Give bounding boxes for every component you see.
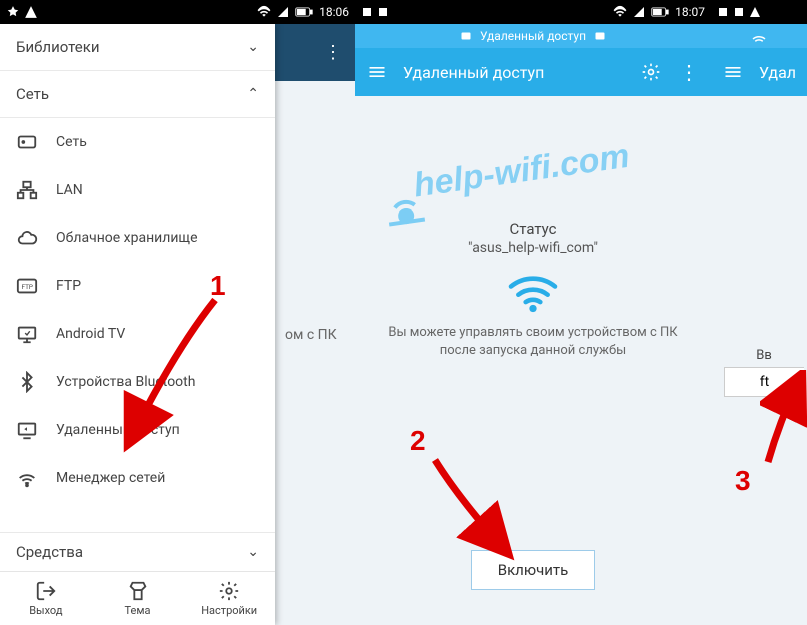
chevron-down-icon: ⌄ <box>247 544 259 560</box>
overflow-icon[interactable]: ⋮ <box>677 60 701 84</box>
annotation-marker-1: 1 <box>210 270 226 302</box>
menu-item-lan[interactable]: LAN <box>0 166 275 214</box>
annotation-marker-2: 2 <box>410 425 426 457</box>
cloud-icon <box>16 227 38 249</box>
status-value: "asus_help-wifi_com" <box>371 240 695 256</box>
status-bar: 18:06 <box>0 0 355 24</box>
svg-text:help-wifi.com: help-wifi.com <box>411 137 631 205</box>
bluetooth-icon <box>16 371 38 393</box>
remote-access-content: Вв <box>711 96 807 397</box>
tv-icon <box>16 323 38 345</box>
status-bar <box>711 0 807 24</box>
bottom-theme[interactable]: Тема <box>92 572 184 625</box>
phone-screenshot-3: Удал Вв <box>711 0 807 625</box>
menu-item-network[interactable]: Сеть <box>0 118 275 166</box>
menu-item-remote-access[interactable]: Удаленный доступ <box>0 406 275 454</box>
page-title: Удал <box>759 63 797 82</box>
menu-item-network-manager[interactable]: Менеджер сетей <box>0 454 275 502</box>
clock: 18:07 <box>675 5 705 19</box>
settings-icon[interactable] <box>639 60 663 84</box>
remote-access-content: help-wifi.com Статус "asus_help-wifi_com… <box>355 96 711 606</box>
lan-icon <box>16 179 38 201</box>
hamburger-icon[interactable] <box>721 60 745 84</box>
app-bar: Удаленный доступ ⋮ <box>355 48 711 96</box>
gear-icon <box>218 580 240 602</box>
notification-row <box>711 24 807 48</box>
navigation-drawer: Библиотеки ⌄ Сеть ⌃ Сеть LAN Облачное хр… <box>0 24 275 625</box>
bottom-settings[interactable]: Настройки <box>183 572 275 625</box>
bottom-exit[interactable]: Выход <box>0 572 92 625</box>
menu-item-androidtv[interactable]: Android TV <box>0 310 275 358</box>
exit-icon <box>35 580 57 602</box>
background-content: ом с ПК <box>275 81 355 625</box>
enable-button[interactable]: Включить <box>471 550 596 590</box>
wifi-manager-icon <box>16 467 38 489</box>
menu-item-cloud[interactable]: Облачное хранилище <box>0 214 275 262</box>
phone-screenshot-1: 18:06 ⋮ ом с ПК Библиотеки ⌄ Сеть ⌃ Сеть… <box>0 0 355 625</box>
ftp-icon: FTP <box>16 275 38 297</box>
section-network[interactable]: Сеть ⌃ <box>0 71 275 117</box>
network-icon <box>16 131 38 153</box>
menu-item-ftp[interactable]: FTP FTP <box>0 262 275 310</box>
address-input[interactable] <box>724 367 804 397</box>
bottom-bar: Выход Тема Настройки <box>0 571 275 625</box>
chevron-up-icon: ⌃ <box>247 86 259 102</box>
notification-row: Удаленный доступ <box>355 24 711 48</box>
annotation-marker-3: 3 <box>735 465 751 497</box>
section-libraries[interactable]: Библиотеки ⌄ <box>0 24 275 70</box>
description-text: Вы можете управлять своим устройством с … <box>371 324 695 360</box>
page-title: Удаленный доступ <box>403 63 625 82</box>
phone-screenshot-2: 18:07 Удаленный доступ Удаленный доступ … <box>355 0 711 625</box>
app-header-behind: ⋮ <box>275 24 355 81</box>
clock: 18:06 <box>319 5 349 19</box>
wifi-icon <box>505 270 561 314</box>
input-hint: Вв <box>721 348 807 363</box>
theme-icon <box>127 580 149 602</box>
status-label: Статус <box>371 220 695 238</box>
status-bar: 18:07 <box>355 0 711 24</box>
svg-text:FTP: FTP <box>22 283 33 291</box>
app-bar: Удал <box>711 48 807 96</box>
watermark: help-wifi.com <box>373 110 693 230</box>
menu-item-bluetooth[interactable]: Устройства Bluetooth <box>0 358 275 406</box>
overflow-icon[interactable]: ⋮ <box>324 42 343 63</box>
remote-icon <box>16 419 38 441</box>
hamburger-icon[interactable] <box>365 60 389 84</box>
chevron-down-icon: ⌄ <box>247 39 259 55</box>
section-tools[interactable]: Средства ⌄ <box>0 533 275 571</box>
